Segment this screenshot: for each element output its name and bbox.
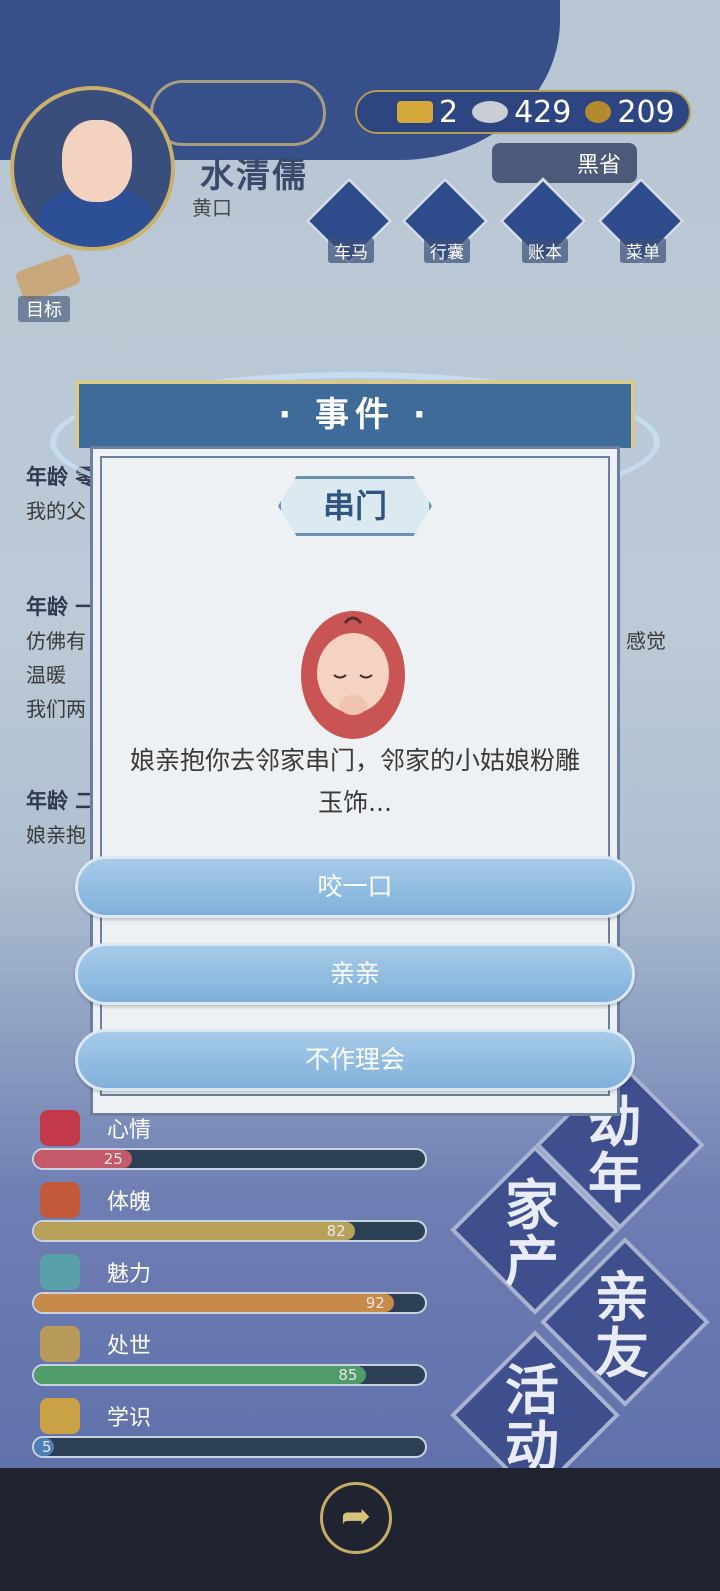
log-text: 仿佛有 xyxy=(26,629,86,653)
stat-value: 82 xyxy=(326,1222,346,1240)
player-name: 水清儒 xyxy=(200,156,308,196)
choice-kiss-button[interactable]: 亲亲 xyxy=(75,943,635,1005)
log-age: 年龄 一 xyxy=(26,595,97,619)
stat-label: 处世 xyxy=(107,1334,152,1359)
stat-bar-fill xyxy=(34,1222,355,1240)
stamp-button[interactable]: 黑省 xyxy=(492,143,637,183)
stat-label: 魅力 xyxy=(107,1262,152,1287)
stat-label: 学识 xyxy=(107,1406,152,1431)
cloud-ornament xyxy=(150,80,326,146)
log-age: 年龄 二 xyxy=(26,789,97,813)
stat-bar: 25 xyxy=(32,1148,427,1170)
nav-label-ledger: 账本 xyxy=(522,238,568,263)
stat-value: 5 xyxy=(42,1438,52,1456)
log-text-line2: 温暖 xyxy=(26,663,66,687)
stat-bar: 85 xyxy=(32,1364,427,1386)
books-icon xyxy=(40,1398,80,1434)
charm-icon xyxy=(40,1254,80,1290)
choice-bite-button[interactable]: 咬一口 xyxy=(75,856,635,918)
log-entry: 年龄 一 仿佛有 温暖 我们两 xyxy=(26,590,96,726)
log-text-cont: 感觉 xyxy=(626,629,666,653)
tab-label: 亲友 xyxy=(595,1266,649,1385)
event-description: 娘亲抱你去邻家串门，邻家的小姑娘粉雕玉饰... xyxy=(130,746,581,817)
stat-bar-fill xyxy=(34,1366,367,1384)
log-text-line3: 我们两 xyxy=(26,697,86,721)
modal-title: · 事件 · xyxy=(75,380,635,448)
choice-ignore-button[interactable]: 不作理会 xyxy=(75,1029,635,1091)
stat-bar: 5 xyxy=(32,1436,427,1458)
log-entry: 年龄 二 娘亲抱 xyxy=(26,784,96,852)
currency-bar: 2 429 209 xyxy=(355,90,691,134)
stamp-label: 黑省 xyxy=(576,153,621,178)
silver-count: 429 xyxy=(514,94,572,130)
stat-bar: 82 xyxy=(32,1220,427,1242)
copper-coin-icon xyxy=(585,101,612,123)
stat-bar-fill xyxy=(34,1294,394,1312)
stat-label: 体魄 xyxy=(107,1190,152,1215)
goal-label[interactable]: 目标 xyxy=(18,296,70,322)
baby-illustration xyxy=(301,611,405,739)
share-icon[interactable]: ➦ xyxy=(320,1482,392,1554)
body-icon xyxy=(40,1182,80,1218)
player-avatar[interactable] xyxy=(10,86,175,251)
event-name: 串门 xyxy=(278,476,432,536)
stat-value: 25 xyxy=(103,1150,123,1168)
stat-label: 心情 xyxy=(107,1118,152,1143)
log-text: 我的父 xyxy=(26,499,86,523)
silver-ingot-icon xyxy=(472,101,509,123)
gold-count: 2 xyxy=(439,94,459,130)
nav-label-bag: 行囊 xyxy=(424,238,470,263)
log-text: 娘亲抱 xyxy=(26,823,86,847)
tab-label: 家产 xyxy=(505,1174,559,1293)
nav-label-carriage: 车马 xyxy=(328,238,374,263)
avatar-face xyxy=(62,120,132,202)
player-rank: 黄口 xyxy=(192,196,232,220)
flower-icon xyxy=(40,1110,80,1146)
copper-count: 209 xyxy=(617,94,675,130)
gold-ingot-icon xyxy=(397,101,433,123)
nav-label-menu: 菜单 xyxy=(620,238,666,263)
stat-value: 92 xyxy=(365,1294,385,1312)
tab-activity[interactable]: 活动 xyxy=(450,1330,620,1500)
stat-value: 85 xyxy=(338,1366,358,1384)
nav-bar: 车马 行囊 账本 菜单 xyxy=(305,177,718,265)
stat-bar: 92 xyxy=(32,1292,427,1314)
tab-label: 活动 xyxy=(505,1359,559,1478)
social-icon xyxy=(40,1326,80,1362)
